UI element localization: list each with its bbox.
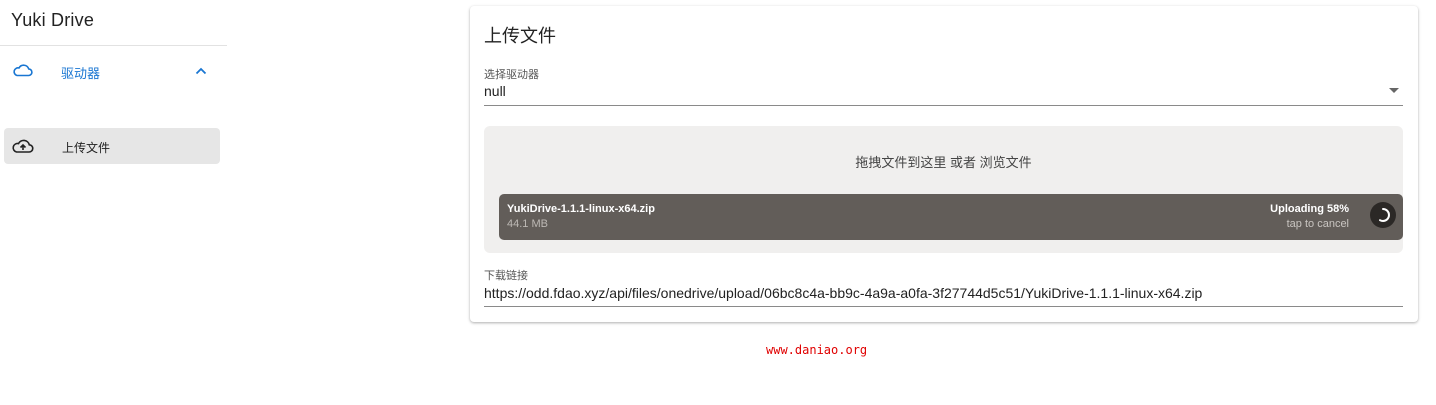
sidebar-divider: [0, 45, 227, 46]
sidebar-item-upload[interactable]: 上传文件: [4, 128, 220, 164]
drive-select[interactable]: 选择驱动器 null: [484, 64, 1403, 106]
watermark: www.daniao.org: [766, 343, 868, 357]
dropzone-text: 拖拽文件到这里 或者 浏览文件: [484, 152, 1403, 171]
cloud-icon: [12, 61, 34, 79]
page-title: 上传文件: [484, 26, 556, 46]
drive-select-value: null: [484, 83, 506, 99]
upload-card: 上传文件 选择驱动器 null 拖拽文件到这里 或者 浏览文件 YukiDriv…: [470, 6, 1418, 322]
cancel-upload-button[interactable]: [1370, 202, 1396, 228]
chevron-up-icon[interactable]: [194, 64, 208, 78]
drive-select-label: 选择驱动器: [484, 69, 539, 81]
download-link-value[interactable]: https://odd.fdao.xyz/api/files/onedrive/…: [484, 285, 1202, 301]
upload-file-item: YukiDrive-1.1.1-linux-x64.zip 44.1 MB Up…: [499, 194, 1403, 240]
cancel-hint: tap to cancel: [1286, 218, 1349, 230]
download-link-label: 下载链接: [484, 270, 528, 282]
file-size: 44.1 MB: [507, 218, 548, 230]
sidebar-item-label: 上传文件: [62, 141, 111, 155]
upload-status: Uploading 58%: [1270, 203, 1349, 215]
file-dropzone[interactable]: 拖拽文件到这里 或者 浏览文件 YukiDrive-1.1.1-linux-x6…: [484, 126, 1403, 253]
dropdown-arrow-icon: [1389, 88, 1399, 93]
cloud-upload-icon: [11, 136, 35, 156]
download-link-field[interactable]: 下载链接 https://odd.fdao.xyz/api/files/oned…: [484, 266, 1403, 307]
sidebar-group-label: 驱动器: [61, 66, 101, 81]
browse-files-link[interactable]: 浏览文件: [980, 155, 1032, 170]
progress-spinner-icon: [1376, 208, 1390, 222]
file-name: YukiDrive-1.1.1-linux-x64.zip: [507, 203, 655, 215]
sidebar-group-drives[interactable]: 驱动器: [0, 52, 227, 90]
app-title: Yuki Drive: [11, 10, 95, 30]
dropzone-prompt: 拖拽文件到这里 或者: [855, 155, 976, 170]
sidebar: Yuki Drive 驱动器 上传文件: [0, 0, 227, 405]
